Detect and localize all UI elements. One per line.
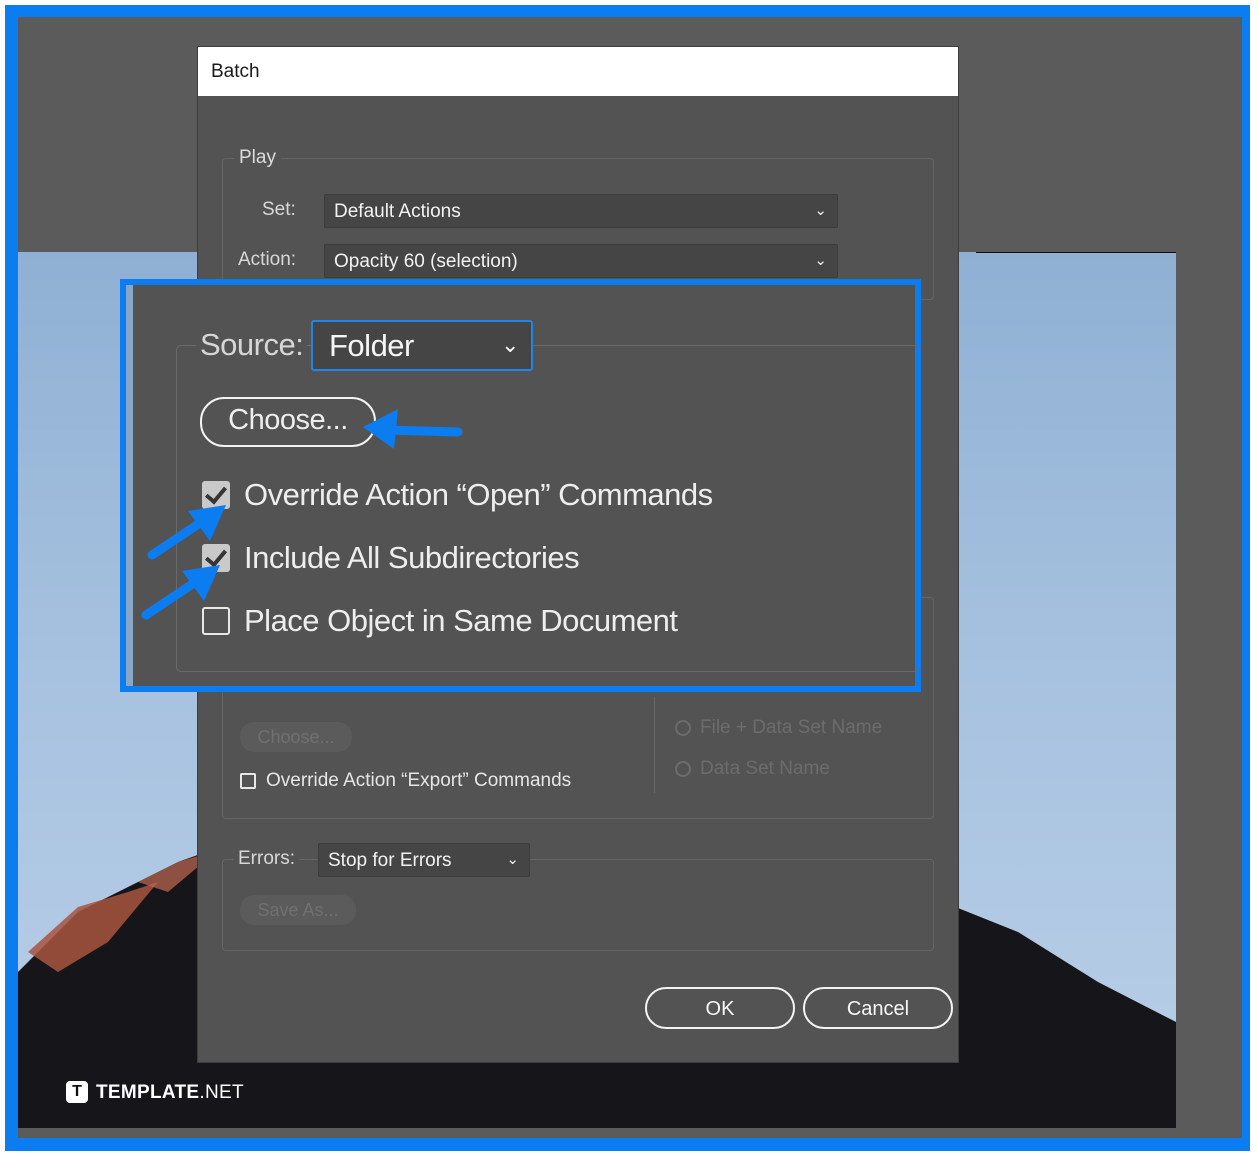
photo-edge [976, 252, 1176, 253]
set-select[interactable]: Default Actions ⌄ [324, 194, 838, 228]
source-select-value: Folder [329, 328, 414, 363]
destination-divider [654, 697, 655, 793]
include-subdirectories-label: Include All Subdirectories [244, 540, 580, 575]
override-export-label: Override Action “Export” Commands [266, 770, 572, 791]
app-canvas: Batch Play Set: Default Actions ⌄ Action… [18, 17, 1242, 1138]
chevron-down-icon: ⌄ [814, 202, 827, 219]
play-group-label: Play [234, 147, 281, 169]
errors-label: Errors: [234, 848, 299, 870]
arrow-pointer-icon [138, 557, 228, 627]
dialog-titlebar[interactable]: Batch [198, 47, 958, 96]
action-select-value: Opacity 60 (selection) [334, 251, 518, 272]
radio-file-data-set-label: File + Data Set Name [700, 717, 883, 738]
dialog-title: Batch [211, 61, 260, 82]
override-open-label: Override Action “Open” Commands [244, 477, 713, 512]
arrow-pointer-icon [358, 399, 468, 449]
radio-icon[interactable] [675, 761, 691, 777]
source-select[interactable]: Folder ⌄ [311, 320, 533, 371]
source-label: Source: [196, 327, 308, 363]
chevron-down-icon: ⌄ [506, 851, 519, 868]
place-object-label: Place Object in Same Document [244, 603, 678, 638]
source-choose-button[interactable]: Choose... [200, 397, 376, 447]
cancel-button[interactable]: Cancel [803, 987, 953, 1029]
save-as-button[interactable]: Save As... [240, 895, 356, 925]
override-export-checkbox[interactable] [240, 773, 256, 789]
errors-select-value: Stop for Errors [328, 850, 452, 871]
errors-select[interactable]: Stop for Errors ⌄ [318, 843, 530, 877]
template-logo: T [66, 1081, 88, 1103]
set-select-value: Default Actions [334, 201, 461, 222]
ok-button[interactable]: OK [645, 987, 795, 1029]
template-brand-text: TEMPLATE.NET [96, 1082, 244, 1103]
set-label: Set: [262, 199, 296, 220]
chevron-down-icon: ⌄ [501, 332, 520, 357]
radio-data-set-label: Data Set Name [700, 758, 830, 779]
action-label: Action: [238, 249, 297, 270]
action-select[interactable]: Opacity 60 (selection) ⌄ [324, 244, 838, 278]
highlight-left-bar [126, 285, 133, 686]
source-highlight-box: Source: Folder ⌄ Choose... Override Acti… [120, 279, 921, 692]
chevron-down-icon: ⌄ [814, 252, 827, 269]
radio-icon[interactable] [675, 720, 691, 736]
destination-choose-button[interactable]: Choose... [240, 722, 352, 752]
